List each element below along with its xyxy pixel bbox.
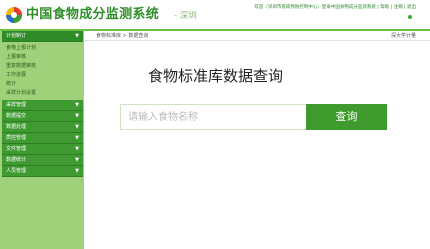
menu-section-stats[interactable]: 数据统计 ▼ <box>2 155 83 166</box>
menu-section-quality[interactable]: 质控管理 ▼ <box>2 133 83 144</box>
menu-section-label: 人员管理 <box>6 168 27 174</box>
chevron-down-icon: ▼ <box>75 33 79 39</box>
menu-section-label: 质控管理 <box>6 135 27 141</box>
breadcrumb[interactable]: 食物标准库 > 数据查询 <box>96 33 148 40</box>
chevron-down-icon: ▼ <box>75 146 79 152</box>
submenu-item-report-plan[interactable]: 食物上报计划 <box>6 44 84 53</box>
food-name-search-input[interactable] <box>120 104 306 130</box>
logo-icon <box>6 7 22 23</box>
submenu-plan: 食物上报计划 上报审核 重复数据审核 工作进展 统计 采样计划设置 <box>0 42 84 100</box>
chevron-down-icon: ▼ <box>75 113 79 119</box>
menu-section-label: 数据提交 <box>6 113 27 119</box>
menu-section-label: 数据处理 <box>6 124 27 130</box>
menu-section-plan[interactable]: 计划制订 ▼ <box>2 31 83 42</box>
app-header: 中国食物成分监测系统 - 深圳 欢迎（深圳市疾病预防控制中心）登录中国食物成分监… <box>0 0 430 29</box>
submenu-item-report-review[interactable]: 上报审核 <box>6 53 84 62</box>
breadcrumb-bar: 食物标准库 > 数据查询 深大学计量 <box>84 31 430 41</box>
user-label: 深大学计量 <box>390 33 416 39</box>
submenu-item-progress[interactable]: 工作进展 <box>6 71 84 80</box>
chevron-down-icon: ▼ <box>75 135 79 141</box>
sidebar: 计划制订 ▼ 食物上报计划 上报审核 重复数据审核 工作进展 统计 采样计划设置… <box>0 31 84 249</box>
submenu-item-duplicate-review[interactable]: 重复数据审核 <box>6 62 84 71</box>
app-title: 中国食物成分监测系统 <box>26 7 160 22</box>
menu-section-files[interactable]: 文件管理 ▼ <box>2 144 83 155</box>
menu-section-submit[interactable]: 数据提交 ▼ <box>2 111 83 122</box>
menu-section-label: 数据统计 <box>6 157 27 163</box>
chevron-down-icon: ▼ <box>75 168 79 174</box>
menu-section-label: 采样管理 <box>6 102 27 108</box>
search-button[interactable]: 查询 <box>306 104 387 130</box>
chevron-down-icon: ▼ <box>75 157 79 163</box>
menu-section-label: 文件管理 <box>6 146 27 152</box>
menu-section-sampling[interactable]: 采样管理 ▼ <box>2 100 83 111</box>
menu-section-users[interactable]: 人员管理 ▼ <box>2 166 83 177</box>
chevron-down-icon: ▼ <box>75 124 79 130</box>
status-dot-icon <box>408 15 412 19</box>
user-info-links[interactable]: 欢迎（深圳市疾病预防控制中心）登录中国食物成分监测系统 | 帮助 | 注销 | … <box>254 5 416 11</box>
menu-section-processing[interactable]: 数据处理 ▼ <box>2 122 83 133</box>
page-title: 食物标准库数据查询 <box>148 67 284 85</box>
menu-section-label: 计划制订 <box>6 33 27 39</box>
app-region: - 深圳 <box>174 11 197 21</box>
submenu-item-statistics[interactable]: 统计 <box>6 80 84 89</box>
chevron-down-icon: ▼ <box>75 102 79 108</box>
submenu-item-sampling-settings[interactable]: 采样计划设置 <box>6 89 84 98</box>
